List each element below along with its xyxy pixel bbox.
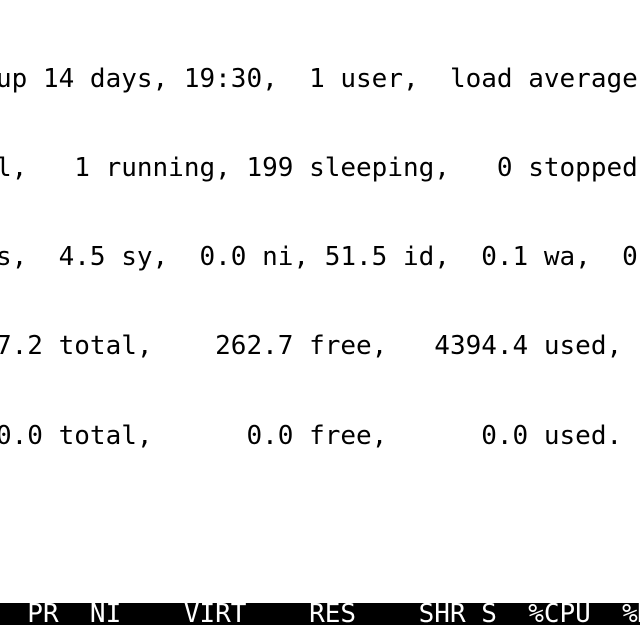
summary-cpu-line: s, 4.5 sy, 0.0 ni, 51.5 id, 0.1 wa, 0.0 … [0,242,640,273]
summary-swap-line: 0.0 total, 0.0 free, 0.0 used. 2929.2 av [0,420,623,451]
terminal-window[interactable]: up 14 days, 19:30, 1 user, load average:… [0,0,640,640]
summary-tasks-line: l, 1 running, 199 sleeping, 0 stopped, 0… [0,153,640,184]
summary-mem-line: 7.2 total, 262.7 free, 4394.4 used, 3300… [0,331,623,362]
summary-uptime-line: up 14 days, 19:30, 1 user, load average:… [0,63,640,94]
blank-separator-line [0,514,640,536]
process-table-header[interactable]: PR NI VIRT RES SHR S %CPU %MEM TI [0,601,640,627]
terminal-screen: up 14 days, 19:30, 1 user, load average:… [0,1,640,640]
